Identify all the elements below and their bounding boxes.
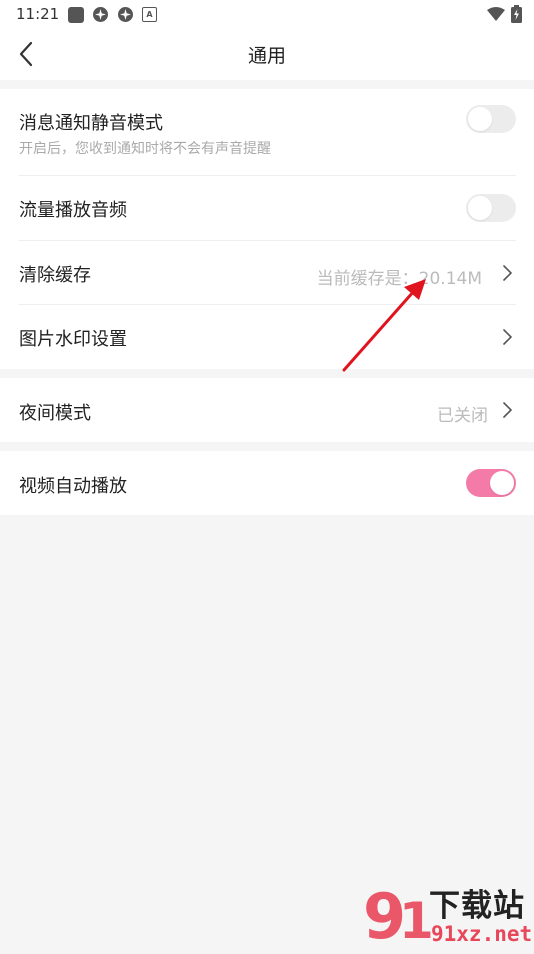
watermark-text: 下载站 bbox=[429, 888, 525, 924]
annotation-arrow bbox=[342, 279, 426, 372]
site-watermark-logo: 9 1 下载站 91xz.net bbox=[359, 878, 534, 953]
watermark-domain: 91xz.net bbox=[431, 922, 533, 946]
